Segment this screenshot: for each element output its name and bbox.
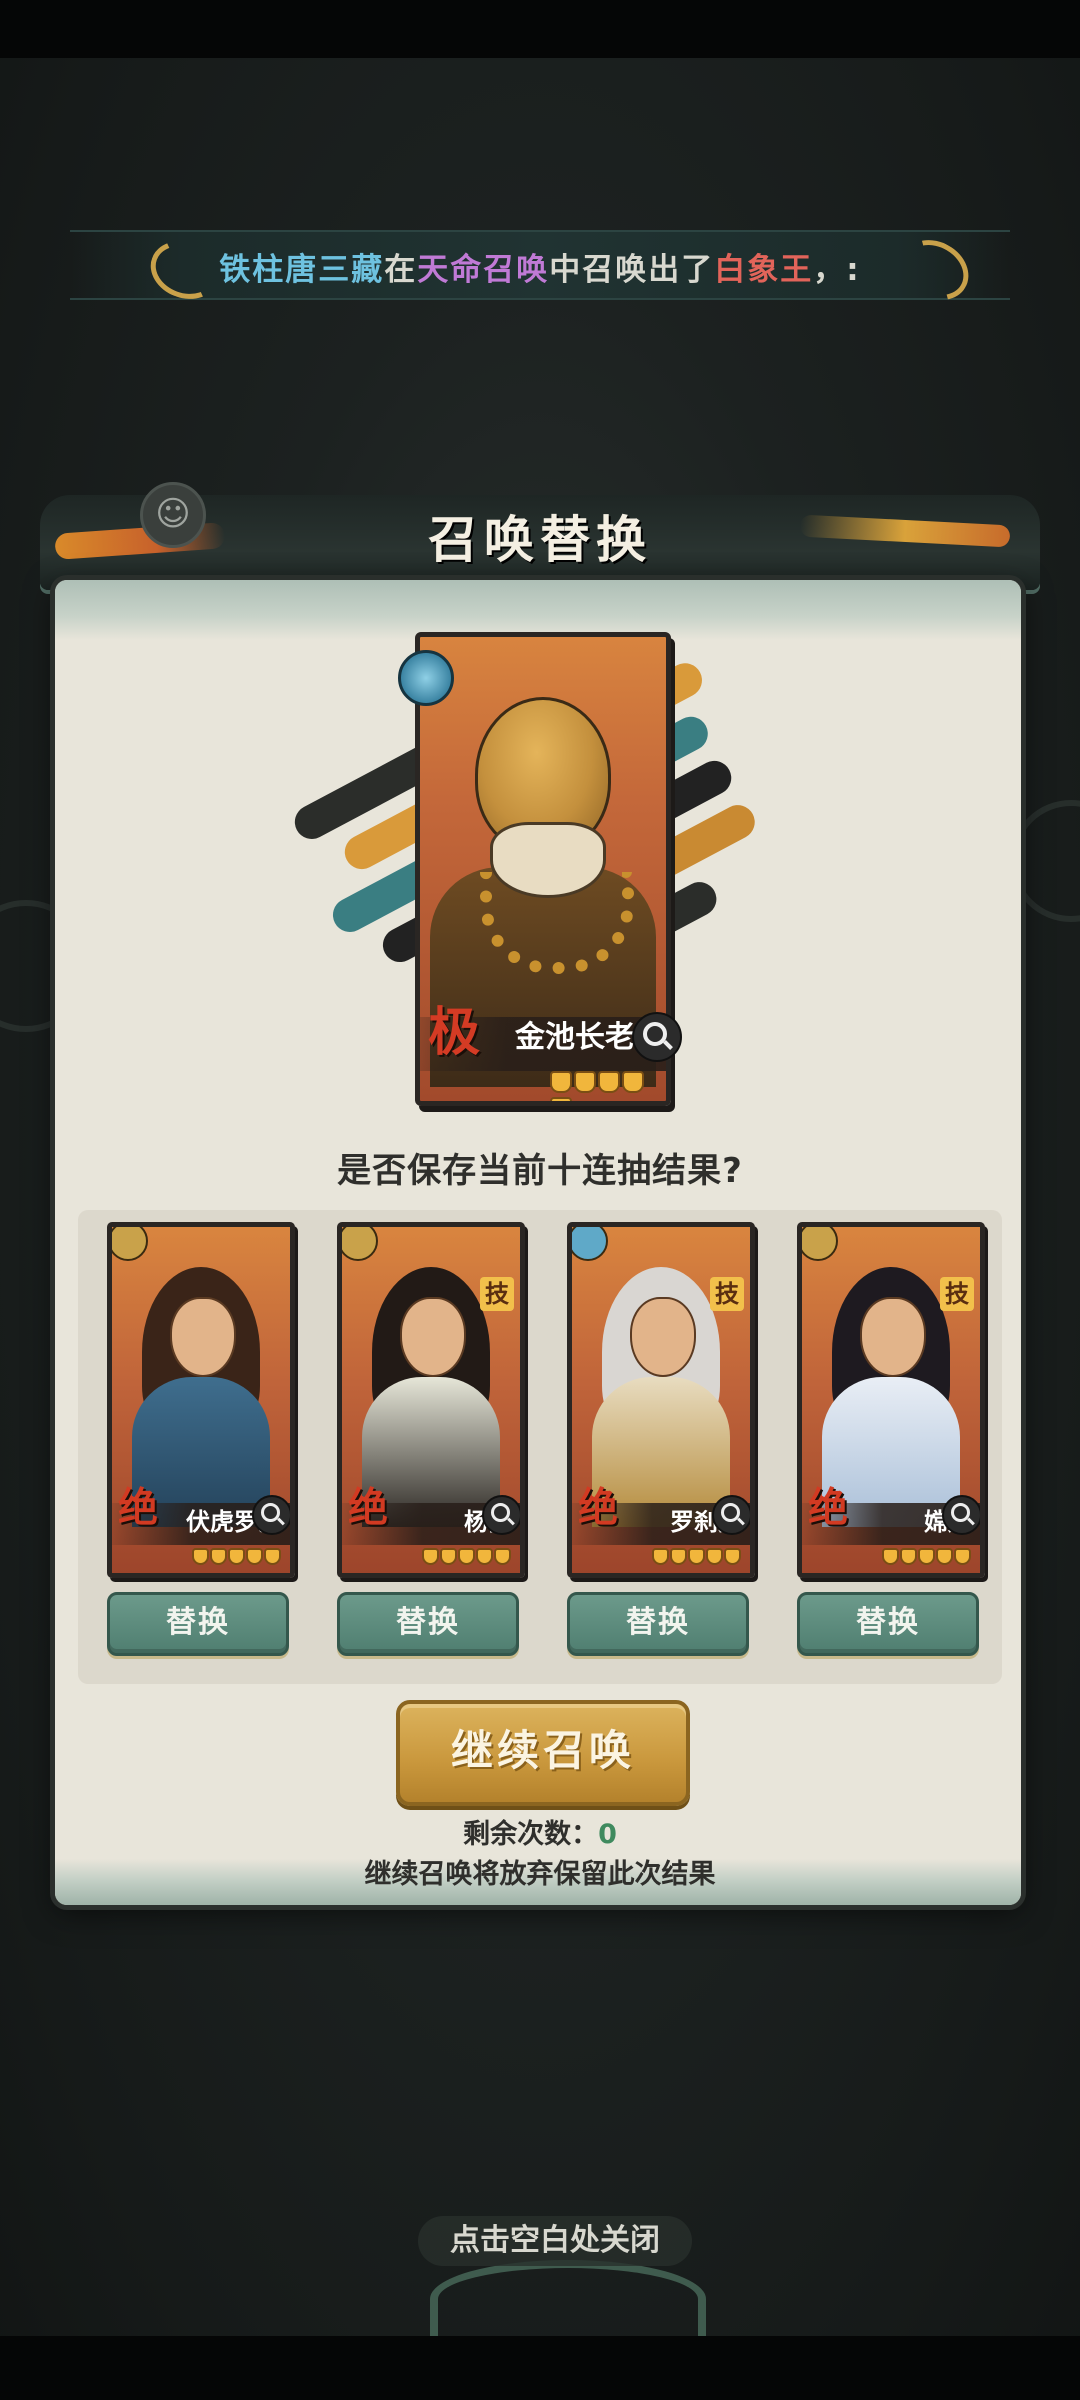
zoom-icon[interactable]: [942, 1495, 980, 1535]
water-drop-faction-icon: [398, 650, 454, 706]
hero-card[interactable]: 技 绝 嫦娥: [797, 1222, 985, 1578]
dialog-title: 召唤替换: [428, 510, 652, 569]
navigation-bar-area: [0, 2336, 1080, 2400]
skill-tag: 技: [480, 1277, 514, 1311]
skill-tag: 技: [710, 1277, 744, 1311]
roster-slot: 技 绝 杨戬 替换: [337, 1222, 527, 1656]
faction-badge-icon: [802, 1227, 838, 1261]
close-hint[interactable]: 点击空白处关闭: [418, 2216, 692, 2266]
broadcast-banner: 铁柱唐三藏在天命召唤中召唤出了白象王，:: [70, 228, 1010, 312]
remaining-label: 剩余次数：: [463, 1819, 599, 1850]
zoom-icon[interactable]: [632, 1012, 682, 1062]
roster-slot: 技 绝 罗刹女 替换: [567, 1222, 757, 1656]
faction-badge-icon: [342, 1227, 378, 1261]
hero-portrait: [420, 657, 666, 1087]
hero-stars: [882, 1548, 972, 1569]
faction-badge-icon: [112, 1227, 148, 1261]
hero-grade: 绝: [578, 1484, 618, 1531]
save-question: 是否保存当前十连抽结果?: [337, 1151, 743, 1191]
hero-stars: [422, 1548, 512, 1569]
remaining-count: 剩余次数：0: [0, 1812, 1080, 1851]
broadcast-message: 铁柱唐三藏在天命召唤中召唤出了白象王，:: [70, 244, 1010, 289]
broadcast-event: 天命召唤: [417, 252, 550, 288]
zoom-icon[interactable]: [482, 1495, 520, 1535]
replace-button[interactable]: 替换: [337, 1592, 519, 1656]
broadcast-text-2: 中召唤出了: [549, 252, 715, 288]
hero-stars: [550, 1071, 666, 1101]
warning-text: 继续召唤将放弃保留此次结果: [364, 1859, 716, 1890]
hero-grade: 极: [428, 1002, 481, 1063]
broadcast-hero: 白象王: [714, 252, 814, 288]
replace-button[interactable]: 替换: [567, 1592, 749, 1656]
hero-stars: [652, 1548, 742, 1569]
roster-slot: 技 绝 嫦娥 替换: [797, 1222, 987, 1656]
roster-slot: 绝 伏虎罗汉 替换: [107, 1222, 297, 1656]
hero-card[interactable]: 绝 伏虎罗汉: [107, 1222, 295, 1578]
remaining-value: 0: [598, 1819, 617, 1850]
summon-replace-screen[interactable]: 铁柱唐三藏在天命召唤中召唤出了白象王，: ☺ 召唤替换 极 金池长老 是否保存当…: [0, 0, 1080, 2400]
hero-card[interactable]: 技 绝 罗刹女: [567, 1222, 755, 1578]
hero-card[interactable]: 技 绝 杨戬: [337, 1222, 525, 1578]
zoom-icon[interactable]: [712, 1495, 750, 1535]
faction-badge-icon: [572, 1227, 608, 1261]
skill-tag: 技: [940, 1277, 974, 1311]
hero-name: 金池长老: [515, 1020, 635, 1055]
cloud-ornament: [430, 2260, 706, 2338]
broadcast-player: 铁柱唐三藏: [219, 252, 385, 288]
hero-grade: 绝: [118, 1484, 158, 1531]
status-bar-area: [0, 0, 1080, 58]
replace-button[interactable]: 替换: [107, 1592, 289, 1656]
broadcast-text-3: ，:: [813, 252, 861, 288]
hero-grade: 绝: [348, 1484, 388, 1531]
replace-button[interactable]: 替换: [797, 1592, 979, 1656]
hero-grade: 绝: [808, 1484, 848, 1531]
hero-stars: [192, 1548, 282, 1569]
continue-summon-button[interactable]: 继续召唤: [396, 1700, 690, 1806]
broadcast-text-1: 在: [384, 252, 418, 288]
zoom-icon[interactable]: [252, 1495, 290, 1535]
